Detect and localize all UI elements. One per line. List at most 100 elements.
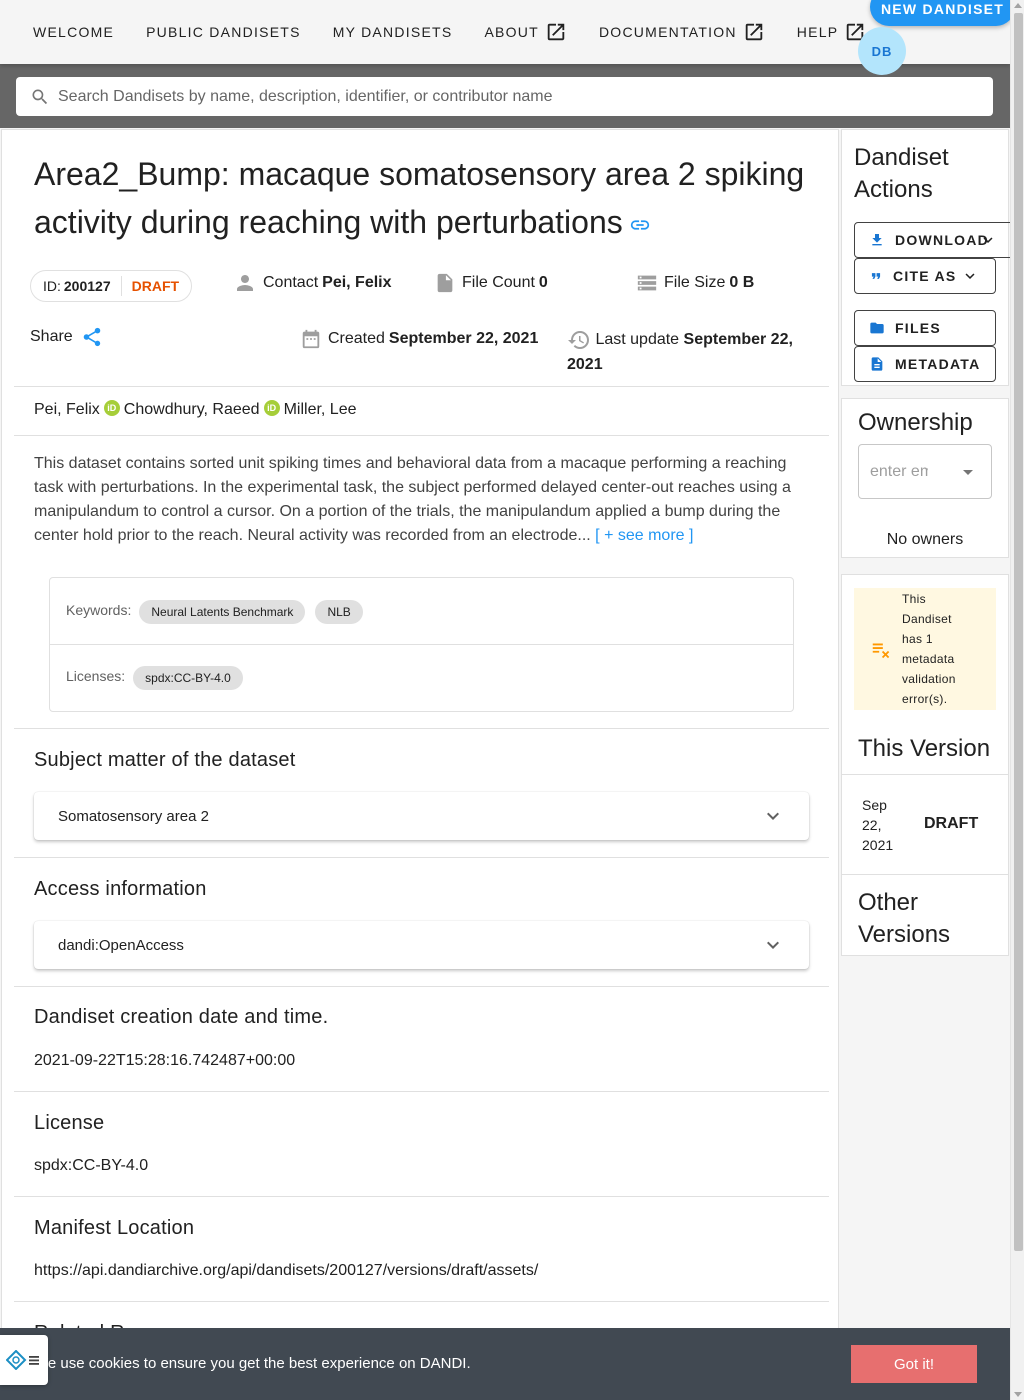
owner-placeholder: enter email [870,462,928,480]
search-icon [32,89,48,104]
created-label: Created [328,330,385,347]
divider [842,774,1008,775]
permalink-icon[interactable] [629,201,651,249]
creation-value: 2021-09-22T15:28:16.742487+00:00 [34,1052,296,1069]
avatar[interactable]: DB [858,27,906,75]
creation-section-title: Dandiset creation date and time. [34,1006,329,1028]
file-size-value: 0 B [729,274,755,291]
contact-label: Contact [263,274,319,291]
updated-label: Last update [595,331,680,348]
contributor-name[interactable]: Chowdhury, Raeed [124,401,260,419]
page-title-text: Area2_Bump: macaque somatosensory area 2… [34,156,805,240]
page-scrollbar[interactable] [1010,0,1024,1400]
access-section-title: Access information [34,878,207,900]
keywords-row: Keywords: Neural Latents Benchmark NLB [66,600,363,624]
description: This dataset contains sorted unit spikin… [34,452,799,548]
quote-icon [871,273,881,279]
nav-help-label: Help [796,24,839,40]
share-label: Share [30,328,73,345]
contact-name: Pei, Felix [322,274,392,291]
cite-as-button[interactable]: Cite As [854,258,996,294]
actions-title: Dandiset Actions [854,144,949,203]
created-date: Created September 22, 2021 [300,327,538,351]
access-expansion-panel[interactable]: dandi:OpenAccess [34,921,809,969]
nav-documentation[interactable]: Documentation [583,0,781,64]
license-chip: spdx:CC-BY-4.0 [133,666,243,690]
new-dandiset-button[interactable]: New Dandiset [870,0,1015,26]
divider [50,644,793,645]
accessibility-widget[interactable] [0,1335,48,1385]
orcid-icon[interactable]: iD [263,400,280,416]
search-input[interactable] [58,87,958,106]
subject-expansion-panel[interactable]: Somatosensory area 2 [34,792,809,840]
last-update: Last update September 22, 2021 [567,327,807,377]
contributor-name[interactable]: Miller, Lee [284,401,357,419]
dropdown-caret-icon [963,470,973,475]
status-badge: DRAFT [131,278,180,294]
keyword-chip: Neural Latents Benchmark [139,600,306,624]
scroll-down-arrow-icon[interactable] [1014,1392,1022,1397]
validation-warning[interactable]: This Dandiset has 1 metadata validation … [854,588,996,710]
nav-welcome-label: Welcome [33,24,115,40]
folder-icon [870,322,884,334]
chip-divider [120,276,122,296]
external-link-icon [745,23,763,41]
dandiset-main: Area2_Bump: macaque somatosensory area 2… [1,129,839,1400]
file-size-label: File Size [664,274,726,291]
divider [14,1196,829,1197]
contributor-name[interactable]: Pei, Felix [34,401,100,419]
chevron-down-icon [983,237,993,243]
scroll-up-arrow-icon[interactable] [1014,3,1022,8]
download-label: Download [895,232,989,248]
orcid-icon[interactable]: iD [103,400,120,416]
versions-card: This Dandiset has 1 metadata validation … [841,574,1009,956]
metadata-label: Metadata [895,356,981,372]
nav-documentation-label: Documentation [598,24,737,40]
divider [14,986,829,987]
nav-public-dandisets-label: Public Dandisets [146,24,301,40]
nav-about[interactable]: About [468,0,582,64]
divider [14,1091,829,1092]
contributors-list: Pei, Felix iD Chowdhury, Raeed iD Miller… [34,400,357,420]
nav-public-dandisets[interactable]: Public Dandisets [130,0,317,64]
nav-my-dandisets[interactable]: My Dandisets [317,0,469,64]
divider [842,874,1008,875]
nav-about-label: About [484,24,539,40]
file-count: File Count 0 [434,271,548,295]
keyword-chip: NLB [315,600,363,624]
search-band [0,64,1010,128]
manifest-section-title: Manifest Location [34,1217,195,1239]
ownership-title: Ownership [858,409,973,436]
files-button[interactable]: Files [854,310,996,346]
file-size: File Size 0 B [636,271,754,295]
version-label[interactable]: DRAFT [924,815,978,833]
cite-as-label: Cite As [893,268,957,284]
id-chip: ID: 200127 DRAFT [30,270,193,302]
version-date[interactable]: Sep 22, 2021 [862,795,902,855]
search-box [16,77,993,116]
keywords-licenses-box: Keywords: Neural Latents Benchmark NLB L… [49,577,794,712]
download-button[interactable]: Download [854,222,1014,258]
owner-email-select[interactable]: enter email [858,444,992,499]
keywords-label: Keywords: [66,601,132,618]
file-icon [437,273,453,293]
share-icon [83,327,100,347]
chevron-down-icon [767,812,779,820]
nav-welcome[interactable]: Welcome [17,0,130,64]
divider [14,435,829,436]
share-button[interactable]: Share [30,326,103,348]
see-more-link[interactable]: [ + see more ] [595,527,693,544]
manifest-value[interactable]: https://api.dandiarchive.org/api/dandise… [34,1262,538,1280]
chevron-down-icon [965,273,975,279]
cookie-accept-button[interactable]: Got it! [851,1345,977,1383]
subject-section-title: Subject matter of the dataset [34,749,296,771]
dandiset-id: 200127 [63,278,111,294]
page-title: Area2_Bump: macaque somatosensory area 2… [34,150,824,249]
scrollbar-thumb[interactable] [1014,13,1023,1251]
license-value: spdx:CC-BY-4.0 [34,1157,149,1174]
file-count-value: 0 [538,274,548,291]
top-nav: Welcome Public Dandisets My Dandisets Ab… [0,0,1015,75]
storage-icon [637,275,657,291]
metadata-button[interactable]: Metadata [854,346,996,382]
other-versions-title: Other Versions [858,889,951,948]
